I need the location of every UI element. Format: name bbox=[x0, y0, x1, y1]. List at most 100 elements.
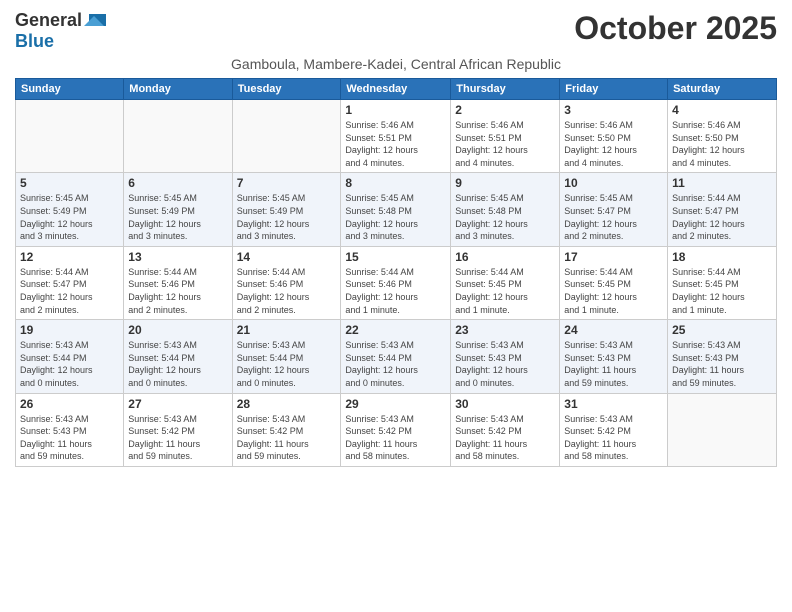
day-info-1: Sunrise: 5:46 AM Sunset: 5:51 PM Dayligh… bbox=[345, 119, 446, 169]
day-number-17: 17 bbox=[564, 250, 663, 264]
day-cell-18: 18Sunrise: 5:44 AM Sunset: 5:45 PM Dayli… bbox=[668, 246, 777, 319]
day-info-19: Sunrise: 5:43 AM Sunset: 5:44 PM Dayligh… bbox=[20, 339, 119, 389]
empty-cell bbox=[16, 100, 124, 173]
day-number-27: 27 bbox=[128, 397, 227, 411]
day-number-31: 31 bbox=[564, 397, 663, 411]
day-info-26: Sunrise: 5:43 AM Sunset: 5:43 PM Dayligh… bbox=[20, 413, 119, 463]
day-header-saturday: Saturday bbox=[668, 79, 777, 100]
day-info-21: Sunrise: 5:43 AM Sunset: 5:44 PM Dayligh… bbox=[237, 339, 337, 389]
day-cell-1: 1 Sunrise: 5:46 AM Sunset: 5:51 PM Daylig… bbox=[341, 100, 451, 173]
day-info-28: Sunrise: 5:43 AM Sunset: 5:42 PM Dayligh… bbox=[237, 413, 337, 463]
day-number-12: 12 bbox=[20, 250, 119, 264]
day-number-22: 22 bbox=[345, 323, 446, 337]
day-number-11: 11 bbox=[672, 176, 772, 190]
day-info-25: Sunrise: 5:43 AM Sunset: 5:43 PM Dayligh… bbox=[672, 339, 772, 389]
day-number-7: 7 bbox=[237, 176, 337, 190]
day-cell-25: 25 Sunrise: 5:43 AM Sunset: 5:43 PM Dayli… bbox=[668, 320, 777, 393]
subtitle: Gamboula, Mambere-Kadei, Central African… bbox=[15, 56, 777, 72]
day-info-20: Sunrise: 5:43 AM Sunset: 5:44 PM Dayligh… bbox=[128, 339, 227, 389]
day-number-8: 8 bbox=[345, 176, 446, 190]
month-title: October 2025 bbox=[574, 10, 777, 47]
day-cell-13: 13 Sunrise: 5:44 AM Sunset: 5:46 PM Dayli… bbox=[124, 246, 232, 319]
day-number-20: 20 bbox=[128, 323, 227, 337]
day-info-7: Sunrise: 5:45 AM Sunset: 5:49 PM Dayligh… bbox=[237, 192, 337, 242]
day-info-27: Sunrise: 5:43 AM Sunset: 5:42 PM Dayligh… bbox=[128, 413, 227, 463]
day-info-5: Sunrise: 5:45 AM Sunset: 5:49 PM Dayligh… bbox=[20, 192, 119, 242]
day-cell-15: 15 Sunrise: 5:44 AM Sunset: 5:46 PM Dayli… bbox=[341, 246, 451, 319]
day-cell-9: 9Sunrise: 5:45 AM Sunset: 5:48 PM Daylig… bbox=[451, 173, 560, 246]
day-cell-21: 21 Sunrise: 5:43 AM Sunset: 5:44 PM Dayli… bbox=[232, 320, 341, 393]
empty-cell bbox=[232, 100, 341, 173]
day-info-11: Sunrise: 5:44 AM Sunset: 5:47 PM Dayligh… bbox=[672, 192, 772, 242]
day-info-2: Sunrise: 5:46 AM Sunset: 5:51 PM Dayligh… bbox=[455, 119, 555, 169]
day-header-sunday: Sunday bbox=[16, 79, 124, 100]
day-info-10: Sunrise: 5:45 AM Sunset: 5:47 PM Dayligh… bbox=[564, 192, 663, 242]
day-number-24: 24 bbox=[564, 323, 663, 337]
day-info-4: Sunrise: 5:46 AM Sunset: 5:50 PM Dayligh… bbox=[672, 119, 772, 169]
day-number-26: 26 bbox=[20, 397, 119, 411]
day-number-13: 13 bbox=[128, 250, 227, 264]
week-row-2: 5 Sunrise: 5:45 AM Sunset: 5:49 PM Daylig… bbox=[16, 173, 777, 246]
day-cell-16: 16 Sunrise: 5:44 AM Sunset: 5:45 PM Dayli… bbox=[451, 246, 560, 319]
day-header-wednesday: Wednesday bbox=[341, 79, 451, 100]
day-cell-12: 12 Sunrise: 5:44 AM Sunset: 5:47 PM Dayli… bbox=[16, 246, 124, 319]
day-info-16: Sunrise: 5:44 AM Sunset: 5:45 PM Dayligh… bbox=[455, 266, 555, 316]
day-cell-27: 27 Sunrise: 5:43 AM Sunset: 5:42 PM Dayli… bbox=[124, 393, 232, 466]
day-number-6: 6 bbox=[128, 176, 227, 190]
day-header-friday: Friday bbox=[560, 79, 668, 100]
day-cell-28: 28 Sunrise: 5:43 AM Sunset: 5:42 PM Dayli… bbox=[232, 393, 341, 466]
title-section: October 2025 bbox=[574, 10, 777, 47]
week-row-5: 26 Sunrise: 5:43 AM Sunset: 5:43 PM Dayli… bbox=[16, 393, 777, 466]
day-number-16: 16 bbox=[455, 250, 555, 264]
day-number-3: 3 bbox=[564, 103, 663, 117]
calendar: SundayMondayTuesdayWednesdayThursdayFrid… bbox=[15, 78, 777, 467]
day-cell-7: 7 Sunrise: 5:45 AM Sunset: 5:49 PM Daylig… bbox=[232, 173, 341, 246]
day-cell-23: 23Sunrise: 5:43 AM Sunset: 5:43 PM Dayli… bbox=[451, 320, 560, 393]
day-header-thursday: Thursday bbox=[451, 79, 560, 100]
header-row: SundayMondayTuesdayWednesdayThursdayFrid… bbox=[16, 79, 777, 100]
day-info-30: Sunrise: 5:43 AM Sunset: 5:42 PM Dayligh… bbox=[455, 413, 555, 463]
day-info-22: Sunrise: 5:43 AM Sunset: 5:44 PM Dayligh… bbox=[345, 339, 446, 389]
day-cell-19: 19 Sunrise: 5:43 AM Sunset: 5:44 PM Dayli… bbox=[16, 320, 124, 393]
day-number-21: 21 bbox=[237, 323, 337, 337]
day-cell-24: 24Sunrise: 5:43 AM Sunset: 5:43 PM Dayli… bbox=[560, 320, 668, 393]
day-number-10: 10 bbox=[564, 176, 663, 190]
day-number-29: 29 bbox=[345, 397, 446, 411]
day-info-14: Sunrise: 5:44 AM Sunset: 5:46 PM Dayligh… bbox=[237, 266, 337, 316]
page: General Blue October 2025 Gamboula, Mamb… bbox=[0, 0, 792, 477]
day-header-tuesday: Tuesday bbox=[232, 79, 341, 100]
day-cell-8: 8 Sunrise: 5:45 AM Sunset: 5:48 PM Daylig… bbox=[341, 173, 451, 246]
day-number-2: 2 bbox=[455, 103, 555, 117]
day-number-4: 4 bbox=[672, 103, 772, 117]
day-info-31: Sunrise: 5:43 AM Sunset: 5:42 PM Dayligh… bbox=[564, 413, 663, 463]
day-header-monday: Monday bbox=[124, 79, 232, 100]
day-number-28: 28 bbox=[237, 397, 337, 411]
day-cell-14: 14 Sunrise: 5:44 AM Sunset: 5:46 PM Dayli… bbox=[232, 246, 341, 319]
day-info-12: Sunrise: 5:44 AM Sunset: 5:47 PM Dayligh… bbox=[20, 266, 119, 316]
logo-blue-text: Blue bbox=[15, 31, 54, 52]
day-cell-30: 30Sunrise: 5:43 AM Sunset: 5:42 PM Dayli… bbox=[451, 393, 560, 466]
week-row-3: 12 Sunrise: 5:44 AM Sunset: 5:47 PM Dayli… bbox=[16, 246, 777, 319]
day-number-5: 5 bbox=[20, 176, 119, 190]
header: General Blue October 2025 bbox=[15, 10, 777, 52]
week-row-1: 1 Sunrise: 5:46 AM Sunset: 5:51 PM Daylig… bbox=[16, 100, 777, 173]
day-cell-5: 5 Sunrise: 5:45 AM Sunset: 5:49 PM Daylig… bbox=[16, 173, 124, 246]
day-info-8: Sunrise: 5:45 AM Sunset: 5:48 PM Dayligh… bbox=[345, 192, 446, 242]
day-info-23: Sunrise: 5:43 AM Sunset: 5:43 PM Dayligh… bbox=[455, 339, 555, 389]
day-cell-11: 11 Sunrise: 5:44 AM Sunset: 5:47 PM Dayli… bbox=[668, 173, 777, 246]
day-number-9: 9 bbox=[455, 176, 555, 190]
day-cell-17: 17 Sunrise: 5:44 AM Sunset: 5:45 PM Dayli… bbox=[560, 246, 668, 319]
day-number-14: 14 bbox=[237, 250, 337, 264]
day-info-15: Sunrise: 5:44 AM Sunset: 5:46 PM Dayligh… bbox=[345, 266, 446, 316]
day-number-19: 19 bbox=[20, 323, 119, 337]
day-cell-26: 26 Sunrise: 5:43 AM Sunset: 5:43 PM Dayli… bbox=[16, 393, 124, 466]
day-info-17: Sunrise: 5:44 AM Sunset: 5:45 PM Dayligh… bbox=[564, 266, 663, 316]
day-number-15: 15 bbox=[345, 250, 446, 264]
day-info-13: Sunrise: 5:44 AM Sunset: 5:46 PM Dayligh… bbox=[128, 266, 227, 316]
day-number-25: 25 bbox=[672, 323, 772, 337]
day-number-1: 1 bbox=[345, 103, 446, 117]
day-cell-29: 29Sunrise: 5:43 AM Sunset: 5:42 PM Dayli… bbox=[341, 393, 451, 466]
day-cell-31: 31 Sunrise: 5:43 AM Sunset: 5:42 PM Dayli… bbox=[560, 393, 668, 466]
logo: General Blue bbox=[15, 10, 106, 52]
day-cell-3: 3Sunrise: 5:46 AM Sunset: 5:50 PM Daylig… bbox=[560, 100, 668, 173]
